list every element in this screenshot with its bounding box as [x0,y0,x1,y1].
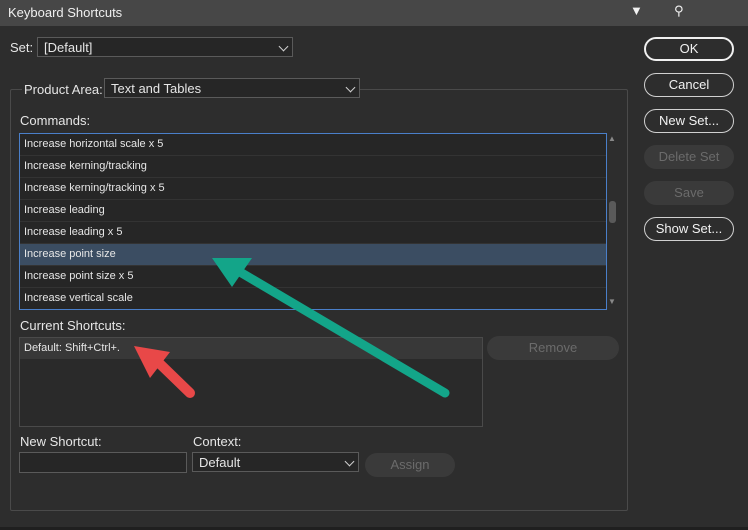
green-arrow [212,258,450,398]
annotation-arrows [134,258,450,398]
red-arrow [134,346,195,398]
